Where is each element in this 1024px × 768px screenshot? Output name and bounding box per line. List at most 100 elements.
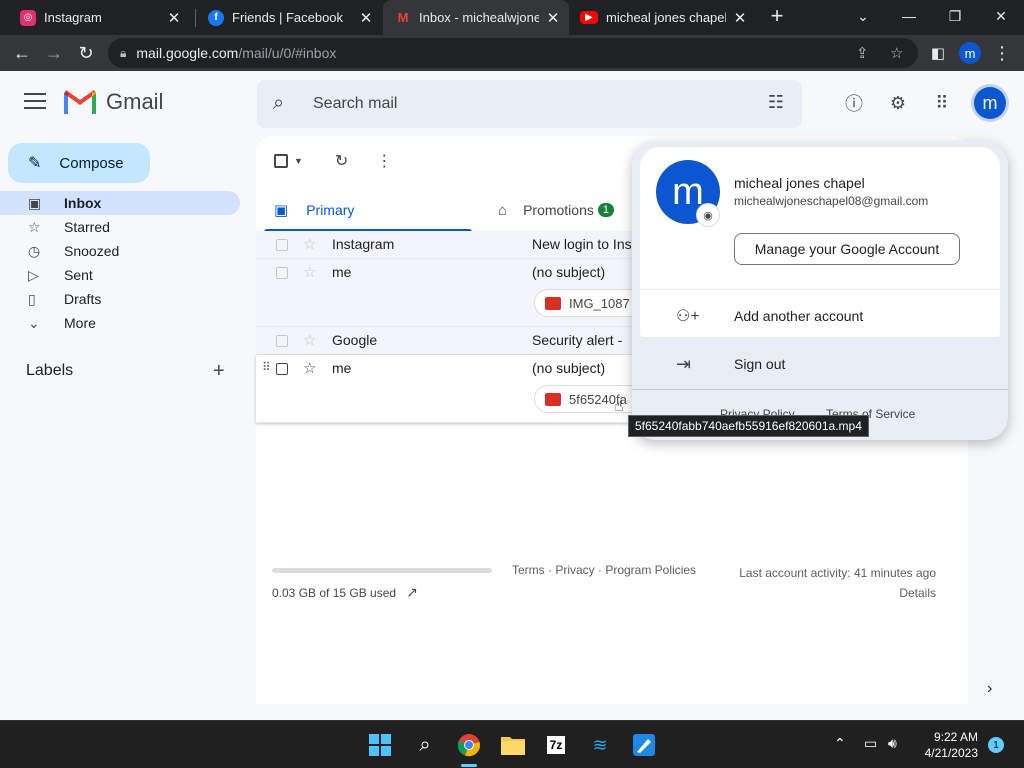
sidebar-item-starred[interactable]: ☆ Starred xyxy=(0,215,240,239)
chrome-icon[interactable] xyxy=(453,729,485,761)
search-input[interactable] xyxy=(313,92,733,116)
row-checkbox[interactable] xyxy=(276,267,288,279)
sidebar-item-inbox[interactable]: ▣ Inbox xyxy=(0,191,240,215)
sign-out-label: Sign out xyxy=(734,356,786,372)
divider xyxy=(632,389,1008,390)
side-panel-icon[interactable]: ◧ xyxy=(924,39,952,67)
attachment-chip[interactable]: IMG_1087 xyxy=(534,289,644,317)
sidebar-item-drafts[interactable]: ▯ Drafts xyxy=(0,287,240,311)
gmail-logo[interactable]: Gmail xyxy=(64,89,163,115)
search-bar: ⌕ ☷ xyxy=(257,80,802,128)
list-toolbar: ▼ ↻ ⋮ xyxy=(274,151,392,171)
forward-icon[interactable]: → xyxy=(40,39,68,67)
select-all-checkbox[interactable] xyxy=(274,154,288,168)
tab-youtube[interactable]: ▶ micheal jones chapel - ✕ xyxy=(570,0,756,35)
drag-handle-icon[interactable]: ⠿ xyxy=(262,360,271,374)
close-icon[interactable]: ✕ xyxy=(732,10,748,27)
row-subject: Security alert - xyxy=(532,332,623,348)
help-icon[interactable]: ⓘ xyxy=(842,91,866,115)
volume-icon[interactable]: 🔊︎ xyxy=(888,735,897,752)
add-label-icon[interactable]: + xyxy=(213,360,225,383)
tab-instagram[interactable]: ◎ Instagram ✕ xyxy=(0,0,190,35)
search-icon[interactable]: ⌕ xyxy=(273,92,284,115)
search-options-icon[interactable]: ☷ xyxy=(768,92,784,113)
search-icon[interactable]: ⌕ xyxy=(409,729,441,761)
url-host: mail.google.com xyxy=(136,45,239,61)
star-icon[interactable]: ☆ xyxy=(303,263,316,281)
settings-gear-icon[interactable]: ⚙ xyxy=(886,91,910,115)
minimize-icon[interactable]: — xyxy=(886,0,932,32)
new-tab-button[interactable]: + xyxy=(759,0,795,32)
clock-icon: ◷ xyxy=(28,242,41,259)
sidebar-nav: ▣ Inbox ☆ Starred ◷ Snoozed ▷ Sent ▯ Dra… xyxy=(0,191,240,335)
sidebar-item-label: More xyxy=(64,315,96,331)
facebook-icon: f xyxy=(208,9,224,26)
system-clock[interactable]: 9:22 AM 4/21/2023 xyxy=(908,729,978,761)
profile-button[interactable]: m xyxy=(956,39,984,67)
sign-out-button[interactable]: ⇥ Sign out xyxy=(632,342,1008,386)
add-person-icon: ⚇+ xyxy=(676,308,700,325)
select-dropdown-icon[interactable]: ▼ xyxy=(294,156,303,166)
account-avatar[interactable]: m xyxy=(974,87,1006,119)
footer-links[interactable]: Terms · Privacy · Program Policies xyxy=(512,563,696,577)
star-icon[interactable]: ☆ xyxy=(303,331,316,349)
bookmark-star-icon[interactable]: ☆ xyxy=(890,44,903,62)
manage-account-button[interactable]: Manage your Google Account xyxy=(734,233,960,265)
tab-facebook[interactable]: f Friends | Facebook ✕ xyxy=(196,0,382,35)
windows-start-icon[interactable] xyxy=(364,729,396,761)
camera-icon[interactable]: ◉ xyxy=(696,203,720,227)
window-close-icon[interactable]: ✕ xyxy=(978,0,1024,32)
lock-icon: 🔒︎ xyxy=(120,45,127,60)
notification-badge[interactable]: 1 xyxy=(988,737,1004,753)
back-icon[interactable]: ← xyxy=(8,39,36,67)
account-email: michealwjoneschapel08@gmail.com xyxy=(734,194,929,208)
add-account-button[interactable]: ⚇+ Add another account xyxy=(640,295,1000,337)
sidebar-item-more[interactable]: ⌄ More xyxy=(0,311,240,335)
address-bar[interactable]: 🔒︎ mail.google.com/mail/u/0/#inbox ⇪ ☆ xyxy=(108,38,918,68)
attachment-chip[interactable]: 5f65240fa xyxy=(534,385,644,413)
tab-primary[interactable]: ▣ Primary xyxy=(274,188,354,232)
browser-toolbar: ← → ↻ 🔒︎ mail.google.com/mail/u/0/#inbox… xyxy=(0,35,1024,71)
more-options-icon[interactable]: ⋮ xyxy=(376,151,392,171)
reload-icon[interactable]: ↻ xyxy=(72,39,100,67)
file-explorer-icon[interactable] xyxy=(497,729,529,761)
star-icon[interactable]: ☆ xyxy=(303,359,316,377)
star-icon[interactable]: ☆ xyxy=(303,235,316,253)
show-hidden-icons-icon[interactable]: ⌃ xyxy=(834,735,846,752)
network-icon[interactable]: ▭ xyxy=(864,735,877,752)
dolphin-app-icon[interactable]: ≋ xyxy=(584,729,616,761)
active-app-indicator xyxy=(461,764,477,767)
7zip-icon[interactable]: 7z xyxy=(540,729,572,761)
row-checkbox[interactable] xyxy=(276,239,288,251)
tab-gmail-inbox[interactable]: M Inbox - michealwjonesc ✕ xyxy=(383,0,569,35)
hand-cursor-icon: ☝ xyxy=(614,398,624,415)
tab-search-icon[interactable]: ⌄ xyxy=(840,0,886,32)
close-icon[interactable]: ✕ xyxy=(166,10,182,27)
browser-menu-icon[interactable]: ⋮ xyxy=(988,39,1016,67)
open-external-icon[interactable]: ↗ xyxy=(406,584,418,601)
close-icon[interactable]: ✕ xyxy=(358,10,374,27)
row-checkbox[interactable] xyxy=(276,335,288,347)
tab-promotions[interactable]: ⌂ Promotions 1 xyxy=(498,188,614,232)
row-sender: Instagram xyxy=(332,236,395,252)
url-path: /mail/u/0/#inbox xyxy=(238,45,337,61)
clock-time: 9:22 AM xyxy=(933,730,978,744)
refresh-icon[interactable]: ↻ xyxy=(335,151,348,171)
row-sender: me xyxy=(332,360,352,376)
chevron-right-icon[interactable]: › xyxy=(987,680,992,698)
compose-button[interactable]: ✎ Compose xyxy=(8,143,150,183)
close-icon[interactable]: ✕ xyxy=(545,10,561,27)
sidebar-item-sent[interactable]: ▷ Sent xyxy=(0,263,240,287)
restore-icon[interactable]: ❐ xyxy=(932,0,978,32)
apps-grid-icon[interactable]: ⠿ xyxy=(930,91,954,115)
row-subject: (no subject) xyxy=(532,360,606,376)
paint-app-icon[interactable] xyxy=(628,729,660,761)
send-icon: ▷ xyxy=(28,266,39,283)
row-checkbox[interactable] xyxy=(276,363,288,375)
sidebar-item-snoozed[interactable]: ◷ Snoozed xyxy=(0,239,240,263)
tab-title: Inbox - michealwjonesc xyxy=(419,10,539,25)
details-link[interactable]: Details xyxy=(739,583,936,603)
main-menu-icon[interactable] xyxy=(24,93,46,109)
labels-heading: Labels xyxy=(26,362,74,379)
share-icon[interactable]: ⇪ xyxy=(856,44,869,62)
